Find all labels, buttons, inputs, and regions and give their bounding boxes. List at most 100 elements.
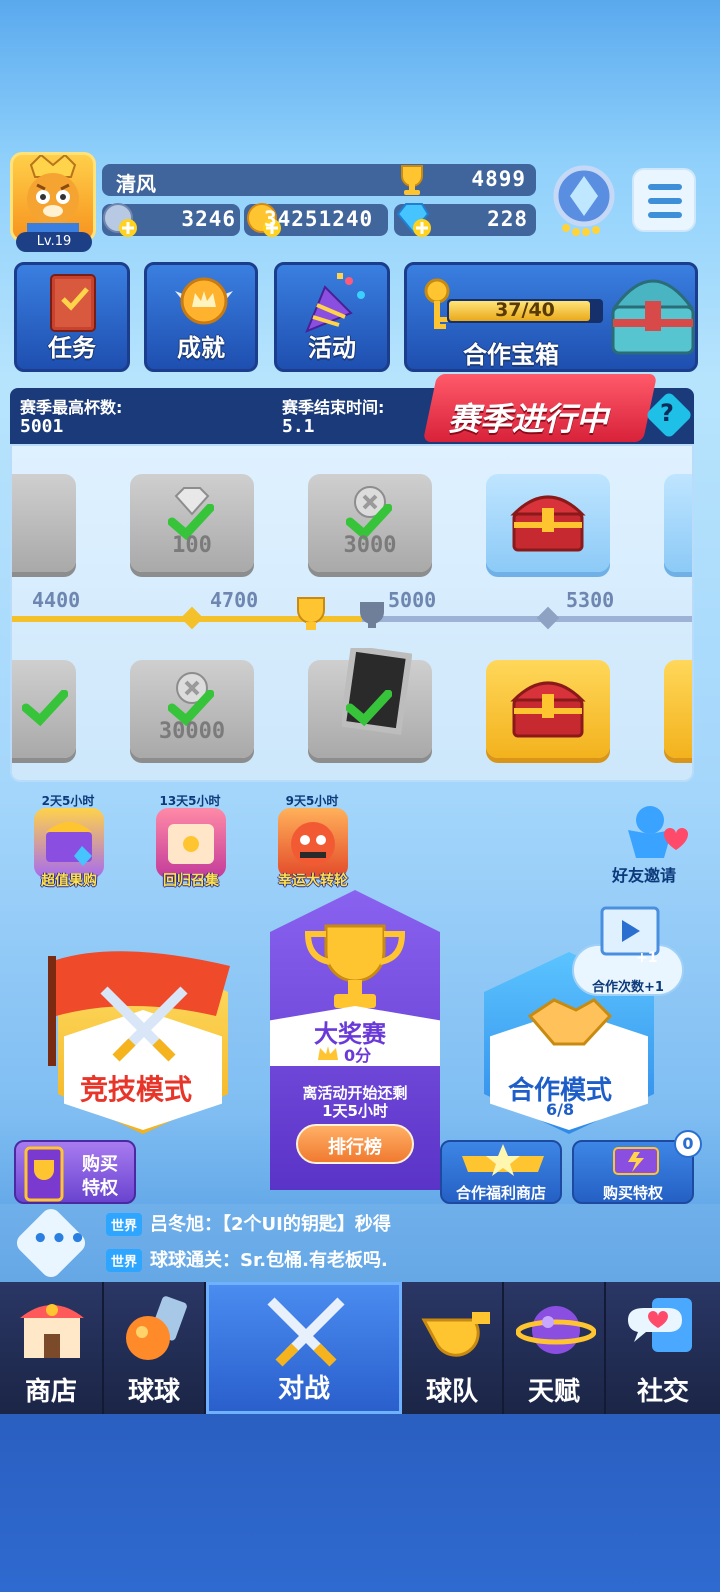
nav-battle-label: 对战: [277, 1374, 330, 1404]
nav-balls[interactable]: 球球: [104, 1282, 206, 1414]
compete-mode-label: 竞技模式: [80, 1073, 193, 1106]
menu-icon: [648, 184, 682, 190]
chat-message: 世界 球球通关：Sr.包桶.有老板吗.: [106, 1246, 388, 1272]
shop-icon: [20, 1304, 84, 1358]
gold-trophy-icon: [304, 924, 406, 1008]
menu-button[interactable]: [632, 168, 696, 232]
reward-card[interactable]: [12, 474, 76, 572]
book-icon: [50, 274, 96, 332]
whistle-icon: [421, 1312, 490, 1357]
nav-social[interactable]: 社交: [606, 1282, 720, 1414]
reward-card-diamond[interactable]: 100: [130, 474, 254, 572]
nav-balls-label: 球球: [127, 1377, 180, 1407]
gem-add-icon[interactable]: [394, 200, 434, 240]
event-value-shop[interactable]: [34, 808, 104, 878]
trophy-count: 4899: [471, 167, 526, 191]
grand-prix-score: 0分: [344, 1046, 372, 1065]
red-chest-icon: [510, 495, 586, 552]
reward-amount: 30000: [158, 719, 226, 744]
nav-team[interactable]: 球队: [402, 1282, 504, 1414]
nav-talent[interactable]: 天赋: [504, 1282, 606, 1414]
check-icon: [22, 690, 68, 726]
player-level-badge: Lv.19: [16, 232, 92, 252]
video-plus-text: +1: [636, 950, 658, 966]
reward-amount: 3000: [343, 533, 397, 558]
star-banner-icon: [462, 1144, 544, 1176]
trophy-icon: [401, 165, 423, 195]
nav-shop-label: 商店: [24, 1377, 77, 1407]
event-timer: 13天5小时: [159, 794, 221, 808]
reward-card[interactable]: [664, 474, 692, 572]
coop-shop-label: 合作福利商店: [455, 1184, 546, 1202]
coop-chest-progress-bar: 37/40: [447, 299, 603, 323]
buy-privilege-button-left[interactable]: 购买 特权: [14, 1140, 136, 1204]
reward-card[interactable]: [12, 660, 76, 758]
event-timer: 2天5小时: [41, 794, 95, 808]
event-lucky-wheel[interactable]: [278, 808, 348, 878]
red-chest-icon: [510, 681, 586, 738]
reward-card[interactable]: [664, 660, 692, 758]
nav-shop[interactable]: 商店: [0, 1282, 104, 1414]
nav-battle[interactable]: 对战: [206, 1282, 402, 1414]
season-end-label: 赛季结束时间:: [282, 398, 385, 417]
milestone-marker: [536, 606, 560, 630]
season-header: 赛季最高杯数: 5001 赛季结束时间: 5.1 赛季进行中 ?: [10, 374, 694, 444]
stamina-bar[interactable]: 3246: [102, 203, 240, 237]
reward-card-frame[interactable]: [308, 648, 432, 758]
tasks-label: 任务: [48, 334, 96, 362]
reward-card-chest[interactable]: [486, 660, 610, 758]
coins-bar[interactable]: 34251240: [244, 203, 388, 237]
friend-invite-label: 好友邀请: [612, 866, 677, 885]
battle-swords-icon: [267, 1297, 345, 1367]
check-icon: [346, 690, 392, 726]
coop-chest-button[interactable]: 37/40 合作宝箱: [404, 262, 698, 372]
rank-badge-icon[interactable]: [544, 160, 624, 240]
tasks-button[interactable]: 任务: [14, 262, 130, 372]
event-timer: 9天5小时: [285, 794, 339, 808]
player-name-bar[interactable]: 清风 4899: [102, 164, 536, 196]
crossed-swords-icon: [100, 986, 188, 1062]
lightning-card-icon: [613, 1147, 659, 1175]
reward-amount: 100: [172, 533, 212, 558]
buy-privilege-label: 购买特权: [602, 1184, 663, 1202]
activity-button[interactable]: 活动: [274, 262, 390, 372]
player-avatar[interactable]: [10, 152, 96, 242]
milestone-label: 5300: [566, 588, 615, 612]
activity-label: 活动: [308, 334, 356, 362]
leaderboard-button[interactable]: 排行榜: [296, 1124, 414, 1164]
reward-card-clover[interactable]: 3000: [308, 474, 432, 572]
coop-chest-progress-text: 37/40: [495, 299, 555, 321]
buy-privilege-label-2: 特权: [82, 1178, 118, 1199]
gems-value: 228: [487, 207, 528, 231]
coop-mode-progress: 6/8: [546, 1100, 575, 1119]
chat-panel[interactable]: ••• 世界 吕冬旭：【2个UI的钥匙】秒得 世界 球球通关：Sr.包桶.有老板吗.: [0, 1204, 720, 1282]
milestone-label: 5000: [388, 588, 437, 612]
coop-shop-button[interactable]: 合作福利商店: [440, 1140, 562, 1204]
party-popper-icon: [305, 273, 365, 333]
stamina-value: 3246: [181, 207, 236, 231]
event-name: 幸运大转轮: [278, 873, 348, 889]
chat-text: 球球通关：Sr.包桶.有老板吗.: [150, 1250, 388, 1271]
nav-team-label: 球队: [425, 1377, 478, 1407]
achievements-button[interactable]: 成就: [144, 262, 258, 372]
ticket-star-icon: [168, 824, 214, 864]
player-name: 清风: [116, 172, 156, 196]
season-max-cups-label: 赛季最高杯数:: [20, 398, 123, 417]
season-end-value: 5.1: [282, 416, 315, 437]
reward-card-clover[interactable]: 30000: [130, 660, 254, 758]
handshake-icon: [527, 998, 613, 1046]
season-reward-track[interactable]: 100 3000 4400 4700 5000 5300 30000: [10, 444, 694, 782]
stamina-add-icon[interactable]: [100, 200, 140, 240]
chat-message: 世界 吕冬旭：【2个UI的钥匙】秒得: [106, 1210, 391, 1236]
coop-chest-label: 合作宝箱: [463, 341, 559, 369]
reward-card-chest[interactable]: [486, 474, 610, 572]
more-dots-icon: •••: [32, 1224, 88, 1254]
bottom-background: [0, 1414, 720, 1592]
milestone-label: 4700: [210, 588, 259, 612]
ball-icon: [126, 1296, 187, 1360]
event-name: 回归召集: [163, 873, 219, 889]
bottom-navigation: 商店 球球 对战 球队 天赋 社交: [0, 1282, 720, 1414]
event-return-gather[interactable]: [156, 808, 226, 878]
gems-bar[interactable]: 228: [394, 203, 536, 237]
friend-invite-icon[interactable]: [620, 800, 692, 864]
